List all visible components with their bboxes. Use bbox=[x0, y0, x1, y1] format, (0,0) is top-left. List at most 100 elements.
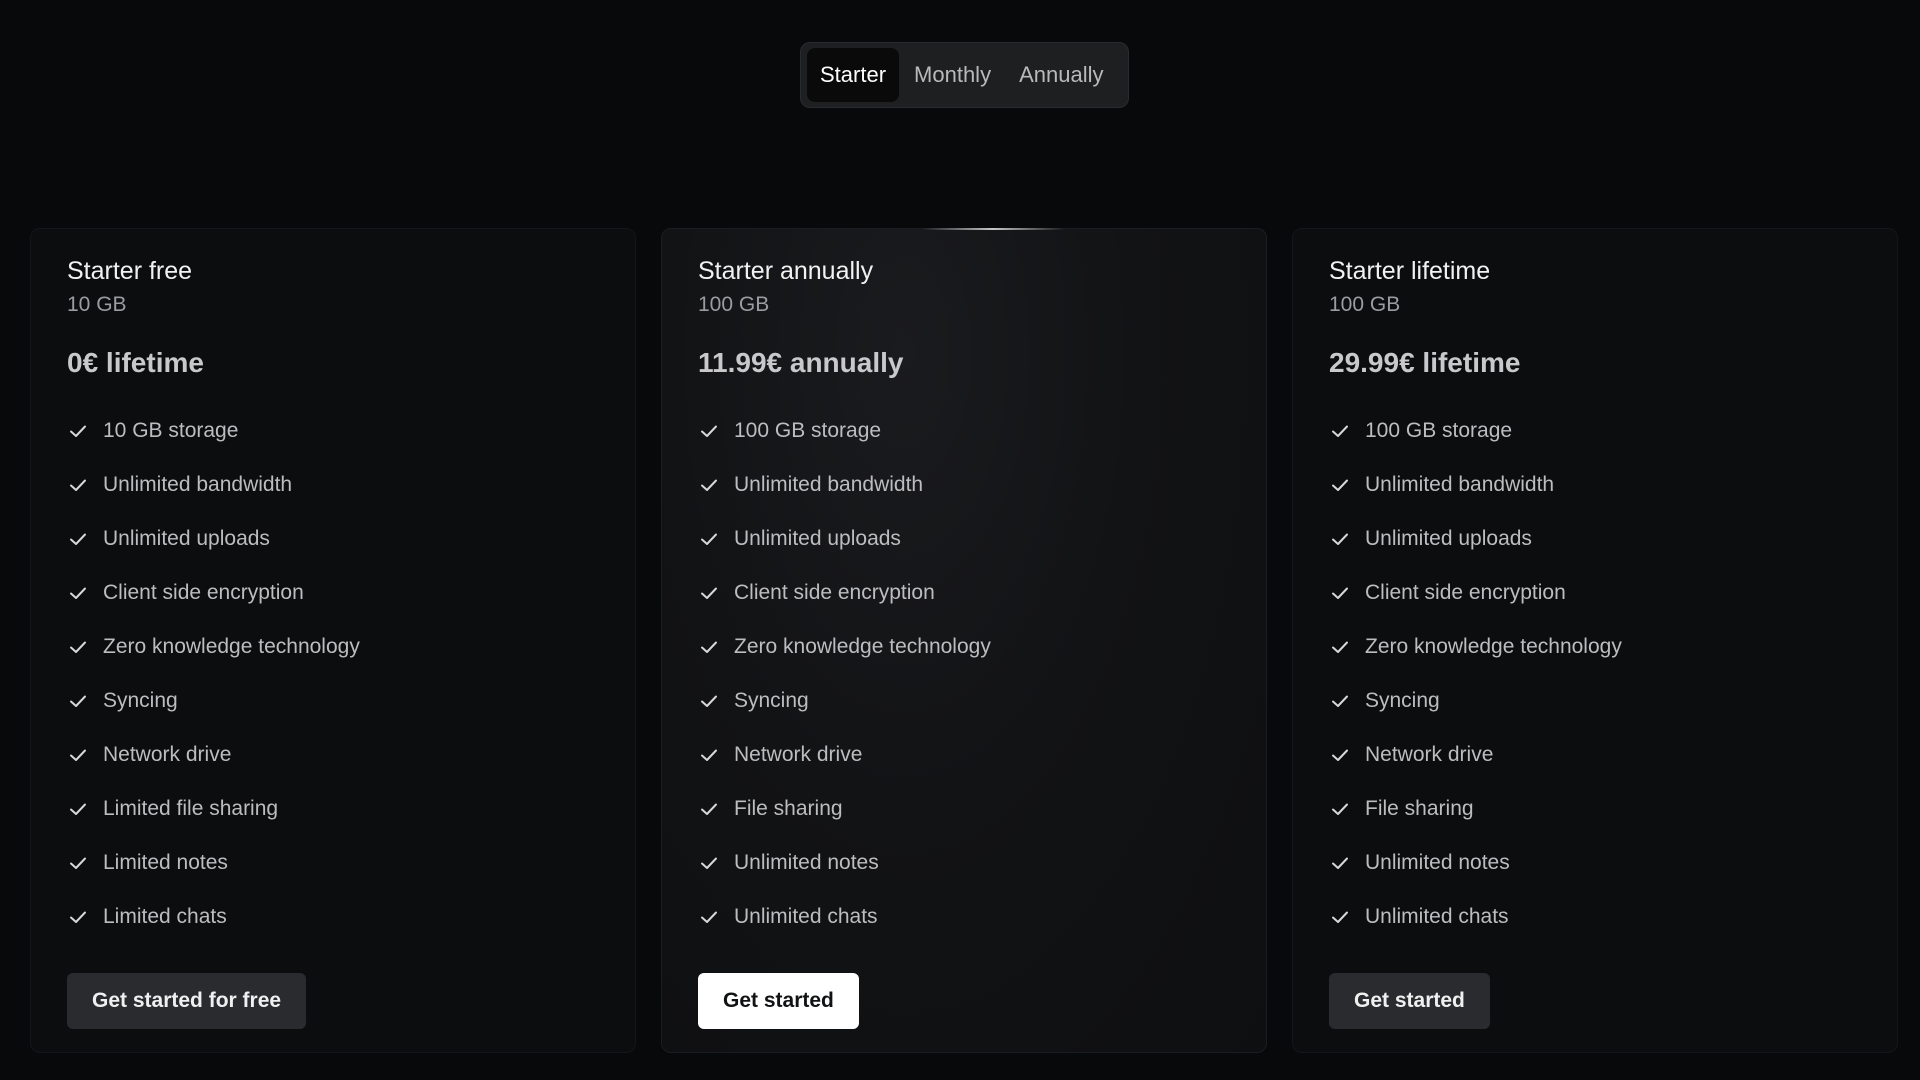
feature-item: Unlimited chats bbox=[698, 890, 991, 944]
feature-label: Unlimited uploads bbox=[1365, 527, 1532, 550]
feature-item: Unlimited bandwidth bbox=[1329, 458, 1622, 512]
tab-monthly[interactable]: Monthly bbox=[901, 48, 1004, 102]
check-icon bbox=[1329, 906, 1351, 928]
feature-item: 100 GB storage bbox=[1329, 404, 1622, 458]
feature-label: Syncing bbox=[1365, 689, 1440, 712]
feature-item: Limited file sharing bbox=[67, 782, 360, 836]
feature-label: File sharing bbox=[1365, 797, 1474, 820]
feature-label: Limited chats bbox=[103, 905, 227, 928]
feature-item: File sharing bbox=[698, 782, 991, 836]
feature-item: Unlimited notes bbox=[1329, 836, 1622, 890]
feature-item: Unlimited chats bbox=[1329, 890, 1622, 944]
get-started-lifetime-button[interactable]: Get started bbox=[1329, 973, 1490, 1029]
check-icon bbox=[1329, 636, 1351, 658]
check-icon bbox=[1329, 528, 1351, 550]
plan-price: 11.99€ annually bbox=[698, 347, 904, 378]
feature-label: Limited notes bbox=[103, 851, 228, 874]
feature-list: 100 GB storage Unlimited bandwidth Unlimit… bbox=[1329, 404, 1622, 944]
feature-label: Client side encryption bbox=[734, 581, 935, 604]
check-icon bbox=[698, 798, 720, 820]
feature-item: 10 GB storage bbox=[67, 404, 360, 458]
check-icon bbox=[698, 690, 720, 712]
pricing-page: Starter Monthly Annually Starter free 10… bbox=[0, 0, 1920, 1080]
check-icon bbox=[698, 420, 720, 442]
feature-label: Unlimited uploads bbox=[734, 527, 901, 550]
feature-label: File sharing bbox=[734, 797, 843, 820]
check-icon bbox=[1329, 474, 1351, 496]
feature-item: Client side encryption bbox=[698, 566, 991, 620]
plan-name: Starter free bbox=[67, 257, 193, 285]
check-icon bbox=[67, 906, 89, 928]
check-icon bbox=[1329, 852, 1351, 874]
feature-item: File sharing bbox=[1329, 782, 1622, 836]
feature-list: 100 GB storage Unlimited bandwidth Unlimit… bbox=[698, 404, 991, 944]
feature-label: Unlimited chats bbox=[1365, 905, 1509, 928]
check-icon bbox=[67, 636, 89, 658]
feature-item: Unlimited bandwidth bbox=[698, 458, 991, 512]
check-icon bbox=[67, 528, 89, 550]
check-icon bbox=[67, 744, 89, 766]
plan-storage: 10 GB bbox=[67, 293, 127, 316]
feature-list: 10 GB storage Unlimited bandwidth Unlimite… bbox=[67, 404, 360, 944]
tab-starter[interactable]: Starter bbox=[807, 48, 900, 102]
check-icon bbox=[1329, 798, 1351, 820]
check-icon bbox=[698, 528, 720, 550]
feature-label: Network drive bbox=[103, 743, 232, 766]
feature-label: Zero knowledge technology bbox=[734, 635, 991, 658]
feature-item: Client side encryption bbox=[1329, 566, 1622, 620]
feature-item: Syncing bbox=[1329, 674, 1622, 728]
feature-label: Zero knowledge technology bbox=[1365, 635, 1622, 658]
check-icon bbox=[698, 636, 720, 658]
feature-item: 100 GB storage bbox=[698, 404, 991, 458]
feature-label: Client side encryption bbox=[1365, 581, 1566, 604]
feature-label: Unlimited notes bbox=[1365, 851, 1510, 874]
check-icon bbox=[67, 582, 89, 604]
feature-label: Unlimited chats bbox=[734, 905, 878, 928]
feature-item: Syncing bbox=[698, 674, 991, 728]
highlight-line bbox=[922, 228, 1064, 230]
feature-item: Unlimited bandwidth bbox=[67, 458, 360, 512]
feature-label: Syncing bbox=[734, 689, 809, 712]
check-icon bbox=[698, 474, 720, 496]
plan-price: 29.99€ lifetime bbox=[1329, 347, 1521, 378]
plan-storage: 100 GB bbox=[698, 293, 770, 316]
check-icon bbox=[67, 798, 89, 820]
feature-label: Unlimited bandwidth bbox=[1365, 473, 1555, 496]
feature-item: Unlimited notes bbox=[698, 836, 991, 890]
feature-label: 10 GB storage bbox=[103, 419, 239, 442]
check-icon bbox=[1329, 690, 1351, 712]
check-icon bbox=[67, 690, 89, 712]
feature-item: Unlimited uploads bbox=[1329, 512, 1622, 566]
feature-label: Unlimited bandwidth bbox=[734, 473, 924, 496]
check-icon bbox=[698, 744, 720, 766]
tab-annually[interactable]: Annually bbox=[1006, 48, 1116, 102]
feature-item: Unlimited uploads bbox=[698, 512, 991, 566]
check-icon bbox=[1329, 744, 1351, 766]
plan-card-starter-free: Starter free 10 GB 0€ lifetime 10 GB sto… bbox=[30, 228, 636, 1053]
feature-item: Limited notes bbox=[67, 836, 360, 890]
feature-label: Network drive bbox=[1365, 743, 1494, 766]
check-icon bbox=[1329, 582, 1351, 604]
feature-item: Zero knowledge technology bbox=[67, 620, 360, 674]
feature-item: Zero knowledge technology bbox=[1329, 620, 1622, 674]
feature-label: 100 GB storage bbox=[734, 419, 882, 442]
plan-price: 0€ lifetime bbox=[67, 347, 204, 378]
feature-item: Network drive bbox=[67, 728, 360, 782]
feature-item: Zero knowledge technology bbox=[698, 620, 991, 674]
billing-period-tabs: Starter Monthly Annually bbox=[800, 42, 1129, 108]
feature-label: Client side encryption bbox=[103, 581, 304, 604]
feature-item: Unlimited uploads bbox=[67, 512, 360, 566]
feature-label: Unlimited notes bbox=[734, 851, 879, 874]
feature-label: Unlimited bandwidth bbox=[103, 473, 293, 496]
feature-item: Network drive bbox=[698, 728, 991, 782]
check-icon bbox=[698, 582, 720, 604]
feature-item: Syncing bbox=[67, 674, 360, 728]
feature-label: Unlimited uploads bbox=[103, 527, 270, 550]
get-started-annually-button[interactable]: Get started bbox=[698, 973, 859, 1029]
feature-label: 100 GB storage bbox=[1365, 419, 1513, 442]
plan-name: Starter lifetime bbox=[1329, 257, 1491, 285]
feature-label: Network drive bbox=[734, 743, 863, 766]
get-started-free-button[interactable]: Get started for free bbox=[67, 973, 307, 1029]
feature-label: Syncing bbox=[103, 689, 178, 712]
feature-item: Network drive bbox=[1329, 728, 1622, 782]
